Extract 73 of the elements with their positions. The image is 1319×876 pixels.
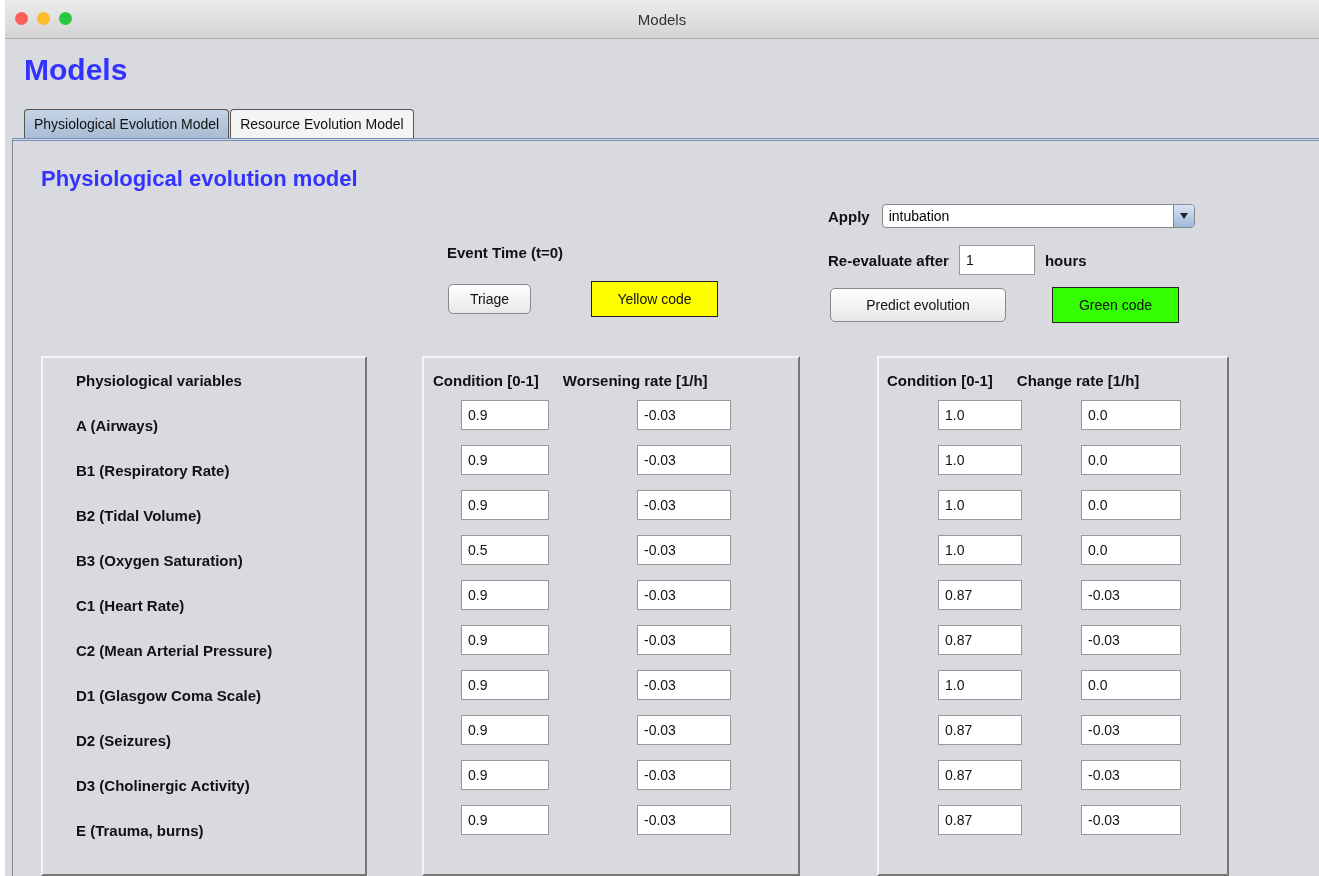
rate-field[interactable]: -0.03 [1081,624,1181,655]
condition-field[interactable]: 1.0 [938,444,1022,475]
reevaluate-label: Re-evaluate after [828,251,949,269]
minimize-button[interactable] [37,12,50,25]
condition-field[interactable]: 0.9 [461,624,549,655]
column-header: Worsening rate [1/h] [562,371,708,389]
condition-field[interactable]: 0.9 [461,444,549,475]
rate-field[interactable]: -0.03 [1081,579,1181,610]
condition-field[interactable]: 0.87 [938,579,1022,610]
condition-field[interactable]: 0.87 [938,804,1022,835]
rate-field[interactable]: -0.03 [637,714,731,745]
variable-label: E (Trauma, burns) [76,822,204,839]
column-header: Physiological variables [76,371,242,389]
condition-field[interactable]: 0.9 [461,759,549,790]
variable-label: C2 (Mean Arterial Pressure) [76,642,273,659]
predict-evolution-button[interactable]: Predict evolution [830,288,1006,322]
zoom-button[interactable] [59,12,72,25]
rate-field[interactable]: -0.03 [637,399,731,430]
code-indicator: Yellow code [591,281,718,317]
variable-label: B2 (Tidal Volume) [76,507,202,524]
apply-dropdown[interactable]: intubation [881,204,1195,228]
condition-field[interactable]: 1.0 [938,399,1022,430]
condition-field[interactable]: 0.9 [461,669,549,700]
hours-label: hours [1044,251,1087,269]
page-heading: Models [24,53,129,88]
rate-field[interactable]: -0.03 [1081,759,1181,790]
rate-field[interactable]: 0.0 [1081,399,1181,430]
condition-field[interactable]: 1.0 [938,534,1022,565]
rate-field[interactable]: -0.03 [637,669,731,700]
condition-field[interactable]: 1.0 [938,669,1022,700]
rate-field[interactable]: -0.03 [637,759,731,790]
variable-label: C1 (Heart Rate) [76,597,185,614]
tab[interactable]: Physiological Evolution Model [24,109,230,138]
condition-field[interactable]: 0.9 [461,399,549,430]
condition-field[interactable]: 0.9 [461,489,549,520]
condition-field[interactable]: 0.87 [938,624,1022,655]
variable-label: D3 (Cholinergic Activity) [76,777,250,794]
rate-field[interactable]: 0.0 [1081,489,1181,520]
condition-field[interactable]: 0.87 [938,759,1022,790]
variable-label: B1 (Respiratory Rate) [76,462,230,479]
rate-field[interactable]: -0.03 [637,624,731,655]
condition-field[interactable]: 0.9 [461,714,549,745]
variable-label: D1 (Glasgow Coma Scale) [76,687,262,704]
rate-field[interactable]: -0.03 [1081,804,1181,835]
rate-field[interactable]: -0.03 [637,444,731,475]
code-indicator: Green code [1052,287,1179,323]
close-button[interactable] [15,12,28,25]
condition-field[interactable]: 0.5 [461,534,549,565]
condition-field[interactable]: 1.0 [938,489,1022,520]
rate-field[interactable]: 0.0 [1081,669,1181,700]
variable-label: D2 (Seizures) [76,732,172,749]
rate-field[interactable]: -0.03 [637,489,731,520]
condition-field[interactable]: 0.87 [938,714,1022,745]
rate-field[interactable]: -0.03 [637,804,731,835]
column-header: Condition [0-1] [887,371,993,389]
hours-field[interactable]: 1 [958,245,1035,275]
triage-button[interactable]: Triage [448,284,531,314]
rate-field[interactable]: -0.03 [637,579,731,610]
condition-field[interactable]: 0.9 [461,804,549,835]
column-header: Change rate [1/h] [1016,371,1140,389]
rate-field[interactable]: -0.03 [1081,714,1181,745]
variable-label: A (Airways) [76,417,158,434]
condition-field[interactable]: 0.9 [461,579,549,610]
rate-field[interactable]: 0.0 [1081,534,1181,565]
variable-label: B3 (Oxygen Saturation) [76,552,243,569]
section-title: Physiological evolution model [41,166,359,193]
apply-label: Apply [828,207,870,225]
rate-field[interactable]: 0.0 [1081,444,1181,475]
rate-field[interactable]: -0.03 [637,534,731,565]
tab[interactable]: Resource Evolution Model [230,109,414,138]
event-time-label: Event Time (t=0) [447,244,564,263]
column-header: Condition [0-1] [433,371,539,389]
window-title: Models [637,10,687,28]
